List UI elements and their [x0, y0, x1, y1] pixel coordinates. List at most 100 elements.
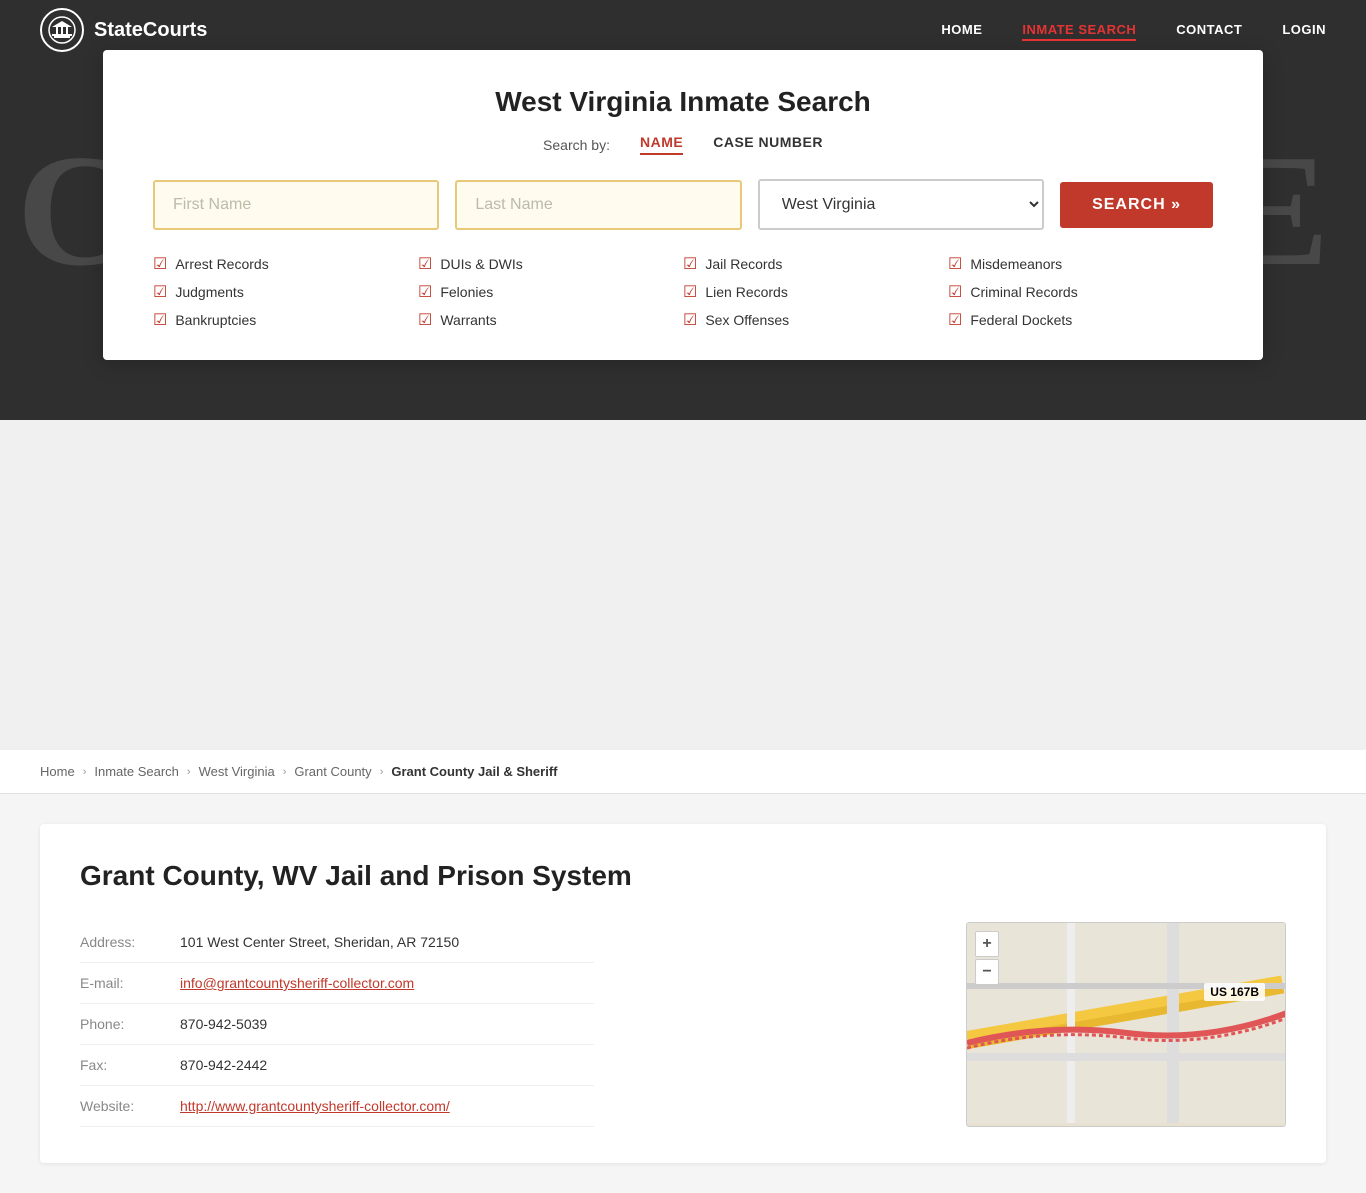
- breadcrumb-current: Grant County Jail & Sheriff: [391, 764, 557, 779]
- check-label-criminal: Criminal Records: [970, 284, 1077, 300]
- breadcrumb-inmate-search[interactable]: Inmate Search: [94, 764, 179, 779]
- check-icon-4: ☑: [418, 254, 432, 274]
- checklist-col-1: ☑ Arrest Records ☑ Judgments ☑ Bankruptc…: [153, 254, 418, 330]
- tab-name[interactable]: NAME: [640, 134, 683, 155]
- info-section: Address: 101 West Center Street, Sherida…: [80, 922, 936, 1127]
- breadcrumb-sep-1: ›: [83, 766, 87, 778]
- breadcrumb: Home › Inmate Search › West Virginia › G…: [0, 750, 1366, 794]
- hero-section: COURTHOUSE StateCourts HOME INMATE SEARC…: [0, 0, 1366, 420]
- logo-text: StateCourts: [94, 19, 207, 42]
- check-icon-11: ☑: [948, 282, 962, 302]
- nav-inmate-search[interactable]: INMATE SEARCH: [1022, 22, 1136, 41]
- search-card-title: West Virginia Inmate Search: [153, 86, 1213, 118]
- navbar-links: HOME INMATE SEARCH CONTACT LOGIN: [941, 21, 1326, 39]
- map-svg: [967, 923, 1286, 1123]
- check-icon-12: ☑: [948, 310, 962, 330]
- check-lien-records: ☑ Lien Records: [683, 282, 948, 302]
- info-row-email: E-mail: info@grantcountysheriff-collecto…: [80, 963, 594, 1004]
- check-label-misdemeanors: Misdemeanors: [970, 256, 1062, 272]
- check-label-lien: Lien Records: [705, 284, 788, 300]
- breadcrumb-sep-3: ›: [283, 766, 287, 778]
- check-label-judgments: Judgments: [175, 284, 243, 300]
- check-sex-offenses: ☑ Sex Offenses: [683, 310, 948, 330]
- check-icon-2: ☑: [153, 282, 167, 302]
- map-zoom-in[interactable]: +: [975, 931, 999, 957]
- check-label-felonies: Felonies: [440, 284, 493, 300]
- value-phone: 870-942-5039: [180, 1004, 594, 1045]
- check-label-federal: Federal Dockets: [970, 312, 1072, 328]
- main-content: Grant County, WV Jail and Prison System …: [0, 794, 1366, 1193]
- first-name-input[interactable]: [153, 180, 439, 230]
- check-label-bankruptcies: Bankruptcies: [175, 312, 256, 328]
- check-felonies: ☑ Felonies: [418, 282, 683, 302]
- checklist-col-4: ☑ Misdemeanors ☑ Criminal Records ☑ Fede…: [948, 254, 1213, 330]
- breadcrumb-home[interactable]: Home: [40, 764, 75, 779]
- checklist-col-3: ☑ Jail Records ☑ Lien Records ☑ Sex Offe…: [683, 254, 948, 330]
- check-icon-10: ☑: [948, 254, 962, 274]
- info-row-website: Website: http://www.grantcountysheriff-c…: [80, 1086, 594, 1127]
- nav-contact[interactable]: CONTACT: [1176, 22, 1242, 37]
- check-label-duis: DUIs & DWIs: [440, 256, 522, 272]
- check-jail-records: ☑ Jail Records: [683, 254, 948, 274]
- map-zoom-out[interactable]: −: [975, 959, 999, 985]
- check-arrest-records: ☑ Arrest Records: [153, 254, 418, 274]
- checklist: ☑ Arrest Records ☑ Judgments ☑ Bankruptc…: [153, 254, 1213, 330]
- check-icon-6: ☑: [418, 310, 432, 330]
- check-icon-9: ☑: [683, 310, 697, 330]
- content-body: Address: 101 West Center Street, Sherida…: [80, 922, 1286, 1127]
- last-name-input[interactable]: [455, 180, 741, 230]
- check-bankruptcies: ☑ Bankruptcies: [153, 310, 418, 330]
- tab-case-number[interactable]: CASE NUMBER: [713, 134, 823, 155]
- label-phone: Phone:: [80, 1004, 180, 1045]
- check-label-arrest: Arrest Records: [175, 256, 268, 272]
- check-duis: ☑ DUIs & DWIs: [418, 254, 683, 274]
- check-federal-dockets: ☑ Federal Dockets: [948, 310, 1213, 330]
- content-title: Grant County, WV Jail and Prison System: [80, 860, 1286, 892]
- info-table: Address: 101 West Center Street, Sherida…: [80, 922, 594, 1127]
- check-icon-7: ☑: [683, 254, 697, 274]
- value-fax: 870-942-2442: [180, 1045, 594, 1086]
- nav-home[interactable]: HOME: [941, 22, 982, 37]
- nav-login[interactable]: LOGIN: [1282, 22, 1326, 37]
- check-label-warrants: Warrants: [440, 312, 496, 328]
- label-fax: Fax:: [80, 1045, 180, 1086]
- check-icon-1: ☑: [153, 254, 167, 274]
- search-tab-label: Search by:: [543, 137, 610, 153]
- search-button[interactable]: SEARCH »: [1060, 182, 1213, 228]
- map-placeholder: + − US 167B: [967, 923, 1285, 1123]
- check-judgments: ☑ Judgments: [153, 282, 418, 302]
- breadcrumb-grant-county[interactable]: Grant County: [294, 764, 371, 779]
- value-address: 101 West Center Street, Sheridan, AR 721…: [180, 922, 594, 963]
- check-icon-5: ☑: [418, 282, 432, 302]
- email-link[interactable]: info@grantcountysheriff-collector.com: [180, 975, 414, 991]
- breadcrumb-sep-4: ›: [380, 766, 384, 778]
- check-label-jail: Jail Records: [705, 256, 782, 272]
- website-link[interactable]: http://www.grantcountysheriff-collector.…: [180, 1098, 450, 1114]
- navbar: StateCourts HOME INMATE SEARCH CONTACT L…: [0, 0, 1366, 60]
- info-row-phone: Phone: 870-942-5039: [80, 1004, 594, 1045]
- search-inputs: West Virginia SEARCH »: [153, 179, 1213, 230]
- search-tabs: Search by: NAME CASE NUMBER: [153, 134, 1213, 155]
- check-label-sex: Sex Offenses: [705, 312, 789, 328]
- check-misdemeanors: ☑ Misdemeanors: [948, 254, 1213, 274]
- search-card: West Virginia Inmate Search Search by: N…: [103, 50, 1263, 360]
- breadcrumb-sep-2: ›: [187, 766, 191, 778]
- checklist-col-2: ☑ DUIs & DWIs ☑ Felonies ☑ Warrants: [418, 254, 683, 330]
- logo-icon: [40, 8, 84, 52]
- value-email: info@grantcountysheriff-collector.com: [180, 963, 594, 1004]
- check-criminal-records: ☑ Criminal Records: [948, 282, 1213, 302]
- label-email: E-mail:: [80, 963, 180, 1004]
- map-road-label: US 167B: [1204, 983, 1265, 1001]
- state-select[interactable]: West Virginia: [758, 179, 1044, 230]
- check-warrants: ☑ Warrants: [418, 310, 683, 330]
- info-row-fax: Fax: 870-942-2442: [80, 1045, 594, 1086]
- logo-link[interactable]: StateCourts: [40, 8, 207, 52]
- check-icon-3: ☑: [153, 310, 167, 330]
- content-card: Grant County, WV Jail and Prison System …: [40, 824, 1326, 1163]
- label-website: Website:: [80, 1086, 180, 1127]
- value-website: http://www.grantcountysheriff-collector.…: [180, 1086, 594, 1127]
- breadcrumb-west-virginia[interactable]: West Virginia: [199, 764, 275, 779]
- check-icon-8: ☑: [683, 282, 697, 302]
- info-row-address: Address: 101 West Center Street, Sherida…: [80, 922, 594, 963]
- label-address: Address:: [80, 922, 180, 963]
